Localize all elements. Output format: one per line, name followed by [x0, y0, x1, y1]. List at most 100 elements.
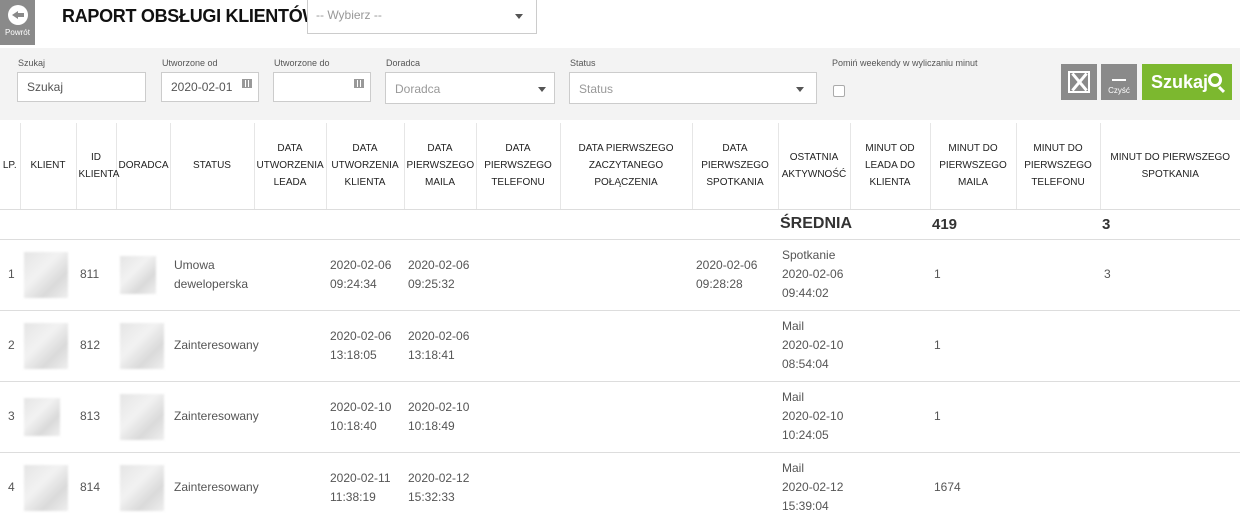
column-header[interactable]: MINUT OD LEADA DO KLIENTA — [850, 123, 931, 210]
row-status: Umowa deweloperska — [170, 239, 254, 311]
min-to-meeting — [1100, 310, 1240, 382]
last-activity-time: 10:24:05 — [782, 428, 829, 442]
first-call — [560, 310, 692, 382]
client-id: 811 — [76, 239, 116, 311]
export-excel-button[interactable] — [1061, 64, 1097, 100]
last-activity-date: 2020-02-12 — [782, 480, 844, 494]
skip-weekends-label: Pomiń weekendy w wyliczaniu minut — [832, 58, 978, 68]
minus-icon — [1112, 79, 1126, 81]
chevron-down-icon — [796, 87, 804, 92]
column-header[interactable]: OSTATNIA AKTYWNOŚĆ — [778, 123, 851, 210]
created-to-label: Utworzone do — [274, 58, 330, 68]
first-mail: 2020-02-06 09:25:32 — [404, 239, 476, 311]
last-activity-time: 15:39:04 — [782, 499, 829, 513]
client-created: 2020-02-06 13:18:05 — [326, 310, 404, 382]
column-header[interactable]: DATA PIERWSZEGO SPOTKANIA — [692, 123, 779, 210]
report-select[interactable]: -- Wybierz -- — [307, 0, 537, 34]
column-header[interactable]: MINUT DO PIERWSZEGO TELEFONU — [1016, 123, 1101, 210]
lead-created — [254, 452, 326, 522]
advisor-redacted — [116, 239, 170, 311]
last-activity: Mail 2020-02-10 08:54:04 — [778, 310, 850, 382]
average-row: ŚREDNIA 419 3 — [0, 209, 1240, 240]
client-created: 2020-02-06 09:24:34 — [326, 239, 404, 311]
report-select-placeholder: -- Wybierz -- — [316, 8, 382, 22]
average-min-to-meeting: 3 — [1100, 209, 1240, 240]
first-meeting — [692, 452, 778, 522]
advisor-select[interactable]: Doradca — [385, 72, 555, 104]
last-activity: Mail 2020-02-12 15:39:04 — [778, 452, 850, 522]
client-name-redacted — [20, 310, 76, 382]
min-to-mail: 1 — [930, 310, 1016, 382]
table-header-row: LP. KLIENT ID KLIENTA DORADCA STATUS DAT… — [0, 123, 1240, 210]
last-activity-time: 08:54:04 — [782, 357, 829, 371]
column-header[interactable]: LP. — [0, 123, 21, 210]
advisor-redacted — [116, 452, 170, 522]
first-call — [560, 239, 692, 311]
last-activity-type: Mail — [782, 390, 805, 404]
min-lead-to-client — [850, 310, 930, 382]
filter-bar: Szukaj Szukaj Utworzone od 2020-02-01 Ut… — [0, 48, 1240, 120]
table-row: 4 814 Zainteresowany 2020-02-11 11:38:19… — [0, 452, 1240, 522]
skip-weekends-checkbox[interactable] — [833, 85, 845, 97]
calendar-icon[interactable] — [354, 79, 364, 88]
min-to-meeting — [1100, 452, 1240, 522]
back-button-label: Powrót — [5, 28, 30, 37]
min-to-phone — [1016, 452, 1100, 522]
row-status: Zainteresowany — [170, 381, 259, 453]
min-lead-to-client — [850, 239, 930, 311]
column-header[interactable]: DATA PIERWSZEGO ZACZYTANEGO POŁĄCZENIA — [560, 123, 693, 210]
first-phone — [476, 239, 560, 311]
search-label: Szukaj — [18, 58, 46, 68]
calendar-icon[interactable] — [242, 79, 252, 88]
client-id: 813 — [76, 381, 116, 453]
client-created: 2020-02-11 11:38:19 — [326, 452, 404, 522]
last-activity-type: Mail — [782, 461, 805, 475]
first-meeting — [692, 381, 778, 453]
column-header[interactable]: DORADCA — [116, 123, 171, 210]
min-to-meeting: 3 — [1100, 239, 1240, 311]
arrow-left-circle-icon — [7, 5, 28, 25]
table-row: 2 812 Zainteresowany 2020-02-06 13:18:05… — [0, 310, 1240, 382]
status-select-placeholder: Status — [579, 82, 614, 96]
column-header[interactable]: STATUS — [170, 123, 255, 210]
row-status: Zainteresowany — [170, 452, 259, 522]
search-input[interactable]: Szukaj — [17, 72, 146, 102]
first-phone — [476, 310, 560, 382]
column-header[interactable]: MINUT DO PIERWSZEGO SPOTKANIA — [1100, 123, 1240, 210]
client-id: 814 — [76, 452, 116, 522]
search-icon — [1208, 73, 1222, 87]
back-button[interactable]: Powrót — [0, 0, 35, 45]
column-header[interactable]: DATA UTWORZENIA LEADA — [254, 123, 327, 210]
min-to-phone — [1016, 381, 1100, 453]
column-header[interactable]: DATA PIERWSZEGO MAILA — [404, 123, 477, 210]
client-id: 812 — [76, 310, 116, 382]
first-mail: 2020-02-10 10:18:49 — [404, 381, 476, 453]
column-header[interactable]: DATA PIERWSZEGO TELEFONU — [476, 123, 561, 210]
column-header[interactable]: ID KLIENTA — [76, 123, 119, 210]
min-lead-to-client — [850, 381, 930, 453]
chevron-down-icon — [515, 14, 523, 19]
created-to-input[interactable] — [273, 72, 371, 102]
created-from-input[interactable]: 2020-02-01 — [161, 72, 259, 102]
average-label: ŚREDNIA — [778, 209, 930, 240]
first-mail: 2020-02-12 15:32:33 — [404, 452, 476, 522]
created-from-value: 2020-02-01 — [171, 80, 233, 94]
search-button[interactable]: Szukaj — [1142, 64, 1232, 100]
column-header[interactable]: DATA UTWORZENIA KLIENTA — [326, 123, 405, 210]
advisor-redacted — [116, 381, 170, 453]
column-header[interactable]: MINUT DO PIERWSZEGO MAILA — [930, 123, 1017, 210]
report-table: LP. KLIENT ID KLIENTA DORADCA STATUS DAT… — [0, 123, 1240, 522]
status-select[interactable]: Status — [569, 72, 817, 104]
advisor-select-placeholder: Doradca — [395, 82, 441, 96]
page-title: RAPORT OBSŁUGI KLIENTÓW — [62, 6, 320, 26]
column-header[interactable]: KLIENT — [20, 123, 77, 210]
clear-button-label: Czyść — [1108, 86, 1130, 95]
last-activity: Mail 2020-02-10 10:24:05 — [778, 381, 850, 453]
clear-button[interactable]: Czyść — [1101, 64, 1137, 100]
last-activity-date: 2020-02-10 — [782, 338, 844, 352]
first-mail: 2020-02-06 13:18:41 — [404, 310, 476, 382]
chevron-down-icon — [538, 87, 546, 92]
row-lp: 4 — [0, 452, 20, 522]
row-lp: 2 — [0, 310, 20, 382]
min-lead-to-client — [850, 452, 930, 522]
